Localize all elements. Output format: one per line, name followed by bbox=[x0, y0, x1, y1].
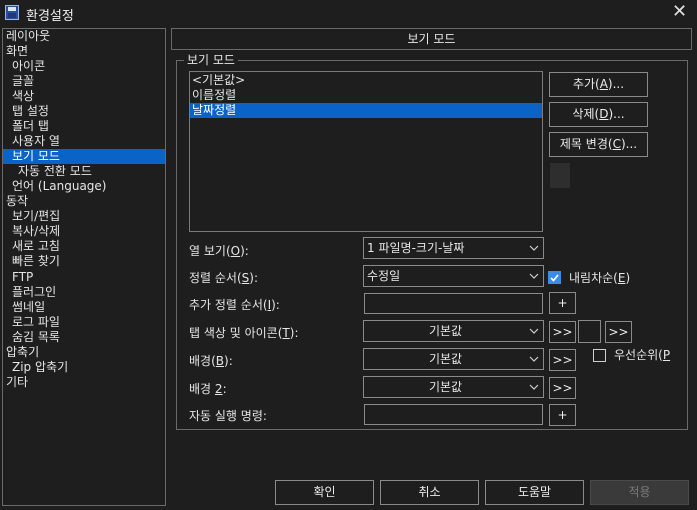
page-title: 보기 모드 bbox=[171, 28, 692, 50]
sort-order-select[interactable]: 수정일 bbox=[363, 265, 544, 287]
chevron-down-icon bbox=[529, 245, 539, 251]
group-title: 보기 모드 bbox=[184, 53, 238, 67]
rename-button[interactable]: 제목 변경(C)... bbox=[549, 132, 648, 157]
check-icon bbox=[550, 274, 559, 282]
view-mode-list[interactable]: <기본값> 이름정렬 날짜정렬 bbox=[189, 71, 543, 232]
color-preview bbox=[550, 163, 570, 188]
sort-order-label: 정렬 순서(S): bbox=[189, 271, 259, 285]
chevron-down-icon bbox=[529, 328, 539, 334]
auto-command-add-button[interactable]: + bbox=[549, 404, 576, 426]
auto-command-label: 자동 실행 명령: bbox=[189, 409, 267, 423]
close-icon[interactable]: ✕ bbox=[672, 2, 687, 22]
tree-item-misc[interactable]: 기타 bbox=[6, 375, 165, 390]
columns-label: 열 보기(O): bbox=[189, 244, 249, 258]
extra-sort-add-button[interactable]: + bbox=[549, 292, 576, 314]
app-icon bbox=[5, 5, 19, 20]
tree-item-colors[interactable]: 색상 bbox=[12, 89, 165, 104]
tree-item-folder-tabs[interactable]: 폴더 탭 bbox=[12, 119, 165, 134]
priority-label[interactable]: 우선순위(P bbox=[614, 348, 670, 362]
tab-icon-more-button[interactable]: >> bbox=[605, 321, 632, 343]
tree-item-archivers[interactable]: 압축기 bbox=[6, 345, 165, 360]
tree-item-fonts[interactable]: 글꼴 bbox=[12, 74, 165, 89]
priority-checkbox[interactable] bbox=[593, 349, 606, 362]
background2-label: 배경 2: bbox=[189, 382, 227, 396]
background2-more-button[interactable]: >> bbox=[549, 377, 576, 399]
settings-tree[interactable]: 레이아웃 화면 아이콘 글꼴 색상 탭 설정 폴더 탭 사용자 열 보기 모드 … bbox=[2, 28, 166, 506]
chevron-down-icon bbox=[529, 384, 539, 390]
tab-color-icon-label: 탭 색상 및 아이콘(T): bbox=[189, 326, 299, 340]
tree-item-language[interactable]: 언어 (Language) bbox=[12, 179, 165, 194]
tab-color-more-button[interactable]: >> bbox=[549, 321, 576, 343]
auto-command-input[interactable] bbox=[364, 404, 543, 425]
tab-color-icon-select[interactable]: 기본값 bbox=[363, 320, 544, 342]
cancel-button[interactable]: 취소 bbox=[380, 480, 479, 505]
tree-item-auto-switch-mode[interactable]: 자동 전환 모드 bbox=[18, 164, 165, 179]
tree-item-custom-columns[interactable]: 사용자 열 bbox=[12, 134, 165, 149]
tree-item-hidden-list[interactable]: 숨김 목록 bbox=[12, 330, 165, 345]
background-select[interactable]: 기본값 bbox=[363, 348, 544, 370]
tree-item-plugins[interactable]: 플러그인 bbox=[12, 285, 165, 300]
delete-button[interactable]: 삭제(D)... bbox=[549, 102, 648, 127]
title-bar: 환경설정 ✕ bbox=[0, 0, 697, 26]
tree-item-icons[interactable]: 아이콘 bbox=[12, 59, 165, 74]
tree-item-thumbnails[interactable]: 썸네일 bbox=[12, 300, 165, 315]
columns-select[interactable]: 1 파일명-크기-날짜 bbox=[363, 237, 544, 259]
tree-item-ftp[interactable]: FTP bbox=[12, 270, 165, 285]
apply-button[interactable]: 적용 bbox=[590, 480, 689, 505]
tree-item-view-edit[interactable]: 보기/편집 bbox=[12, 209, 165, 224]
tree-item-quick-find[interactable]: 빠른 찾기 bbox=[12, 254, 165, 269]
tree-item-copy-delete[interactable]: 복사/삭제 bbox=[12, 224, 165, 239]
window-title: 환경설정 bbox=[26, 9, 74, 24]
tree-item-refresh[interactable]: 새로 고침 bbox=[12, 239, 165, 254]
extra-sort-input[interactable] bbox=[364, 293, 543, 314]
tree-item-log-file[interactable]: 로그 파일 bbox=[12, 315, 165, 330]
add-button[interactable]: 추가(A)... bbox=[549, 72, 648, 97]
descending-label[interactable]: 내림차순(E) bbox=[569, 271, 630, 285]
ok-button[interactable]: 확인 bbox=[275, 480, 374, 505]
background2-select[interactable]: 기본값 bbox=[363, 376, 544, 398]
tree-item-zip-archiver[interactable]: Zip 압축기 bbox=[12, 360, 165, 375]
list-item-selected[interactable]: 날짜정렬 bbox=[190, 103, 542, 118]
tree-item-behavior[interactable]: 동작 bbox=[6, 194, 165, 209]
chevron-down-icon bbox=[529, 273, 539, 279]
tree-item-view-mode[interactable]: 보기 모드 bbox=[3, 149, 165, 164]
help-button[interactable]: 도움말 bbox=[485, 480, 584, 505]
tree-item-layout[interactable]: 레이아웃 bbox=[6, 29, 165, 44]
background-more-button[interactable]: >> bbox=[549, 349, 576, 371]
background-label: 배경(B): bbox=[189, 354, 233, 368]
tab-color-swatch[interactable] bbox=[578, 320, 601, 343]
tree-item-display[interactable]: 화면 bbox=[6, 44, 165, 59]
descending-checkbox[interactable] bbox=[548, 271, 561, 284]
chevron-down-icon bbox=[529, 356, 539, 362]
list-item[interactable]: 이름정렬 bbox=[190, 88, 542, 103]
tree-item-tab-settings[interactable]: 탭 설정 bbox=[12, 104, 165, 119]
list-item[interactable]: <기본값> bbox=[190, 73, 542, 88]
extra-sort-label: 추가 정렬 순서(I): bbox=[189, 298, 280, 312]
